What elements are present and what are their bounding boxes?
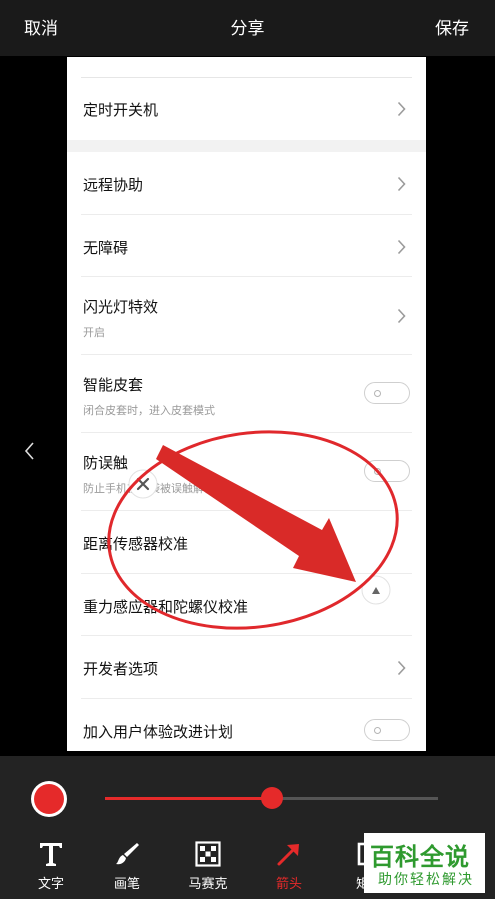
tool-brush[interactable]: 画笔 [97,841,157,892]
top-bar: 取消 分享 保存 [0,0,495,56]
slider-fill [105,797,272,800]
brush-icon [116,843,139,865]
page-title: 分享 [230,19,265,39]
watermark-logo: 百科全说 助你轻松解决 [364,833,485,893]
row-label: 加入用户体验改进计划 [83,723,234,741]
group-separator [67,140,426,152]
row-label: 开发者选项 [83,660,159,678]
settings-row-scheduled-power[interactable]: 定时开关机 [67,78,426,140]
chevron-right-icon [397,660,406,676]
color-swatch [34,784,64,814]
stroke-size-slider[interactable] [105,787,438,809]
row-label: 距离传感器校准 [83,535,189,553]
save-button[interactable]: 保存 [435,14,469,39]
settings-row-proximity-calibration[interactable]: 距离传感器校准 [67,511,426,574]
row-label: 防误触 [83,454,129,472]
row-label: 定时开关机 [83,101,159,119]
settings-row-remote-assist[interactable]: 远程协助 [67,152,426,215]
ux-program-toggle[interactable] [364,719,410,741]
slider-thumb[interactable] [260,787,283,809]
chevron-right-icon [397,239,406,255]
settings-row-smart-cover[interactable]: 智能皮套 闭合皮套时，进入皮套模式 [67,355,426,433]
tool-arrow[interactable]: 箭头 [259,841,319,892]
row-label: 闪光灯特效 [83,298,159,316]
mosaic-icon [195,841,221,867]
settings-row-gravity-gyro-calibration[interactable]: 重力感应器和陀螺仪校准 [67,574,426,636]
tool-label: 马赛克 [188,877,228,892]
watermark-title: 百科全说 [370,843,470,871]
settings-row-flash-effect[interactable]: 闪光灯特效 开启 [67,277,426,355]
text-icon [40,843,62,866]
tool-label: 画笔 [113,877,140,892]
smart-cover-toggle[interactable] [364,382,410,404]
row-label: 无障碍 [83,239,129,257]
watermark-subtitle: 助你轻松解决 [378,872,474,888]
row-subtitle: 开启 [83,326,105,339]
row-label: 重力感应器和陀螺仪校准 [83,598,249,616]
arrow-icon [277,844,299,866]
tool-label: 箭头 [275,877,302,892]
settings-row-prevent-mistouch[interactable]: 防误触 防止手机在口袋被误触解锁 [67,433,426,511]
screenshot-canvas[interactable]: 定时开关机 远程协助 无障碍 闪光灯特效 开启 智能皮套 闭合皮套时，进入皮套模… [67,57,426,751]
color-picker-button[interactable] [31,781,67,817]
row-subtitle: 防止手机在口袋被误触解锁 [83,482,215,495]
tool-text[interactable]: 文字 [21,841,81,892]
chevron-left-icon[interactable] [22,440,36,462]
tool-label: 文字 [37,877,64,892]
settings-row-ux-program[interactable]: 加入用户体验改进计划 [67,699,426,751]
chevron-right-icon [397,101,406,117]
chevron-right-icon [397,176,406,192]
prevent-mistouch-toggle[interactable] [364,460,410,482]
row-label: 远程协助 [83,176,144,194]
row-subtitle: 闭合皮套时，进入皮套模式 [83,404,215,417]
settings-row-accessibility[interactable]: 无障碍 [67,215,426,277]
settings-row-developer-options[interactable]: 开发者选项 [67,636,426,699]
tool-mosaic[interactable]: 马赛克 [178,841,238,892]
chevron-right-icon [397,308,406,324]
row-label: 智能皮套 [83,376,144,394]
